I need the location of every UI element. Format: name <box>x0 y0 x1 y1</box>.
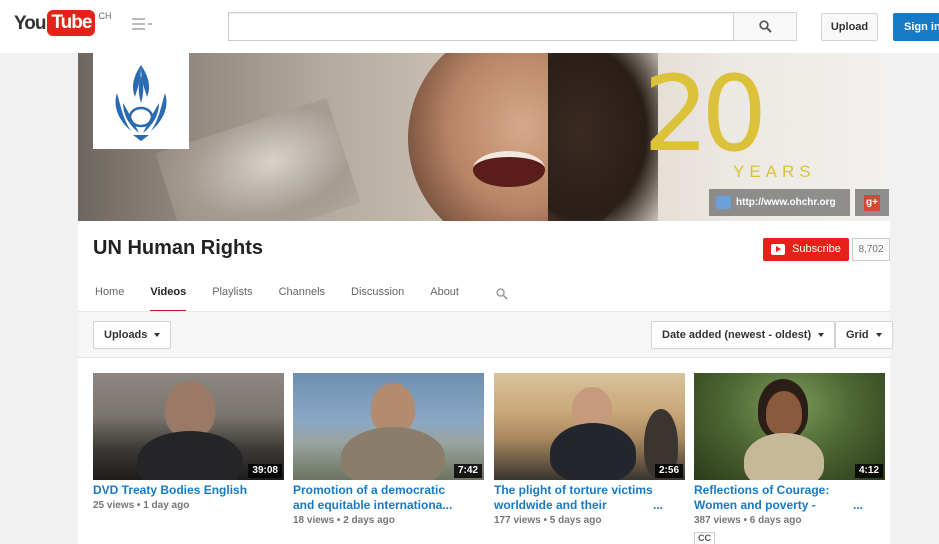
search-icon <box>758 20 772 33</box>
subscriber-count: 8,702 <box>852 238 890 261</box>
guide-menu-icon[interactable] <box>132 18 152 32</box>
search-input[interactable] <box>228 12 734 41</box>
tab-home[interactable]: Home <box>95 286 124 313</box>
chevron-down-icon <box>154 333 161 337</box>
tab-playlists[interactable]: Playlists <box>212 286 252 313</box>
youtube-play-icon <box>771 244 785 255</box>
video-meta: 177 views • 5 days ago <box>494 515 602 526</box>
tab-discussion[interactable]: Discussion <box>351 286 404 313</box>
video-meta: 25 views • 1 day ago <box>93 500 190 511</box>
view-dropdown[interactable]: Grid <box>835 321 893 349</box>
video-title-line1: DVD Treaty Bodies English <box>93 483 248 497</box>
sort-dropdown[interactable]: Date added (newest - oldest) <box>651 321 836 349</box>
video-item[interactable]: 2:56 The plight of torture victims world… <box>494 373 685 526</box>
sort-dropdown-label: Date added (newest - oldest) <box>662 329 812 341</box>
region-label: CH <box>98 11 112 21</box>
video-title-line1: The plight of torture victims <box>494 483 653 497</box>
channel-title[interactable]: UN Human Rights <box>93 237 263 260</box>
anniversary-years-label: YEARS <box>733 162 816 181</box>
video-thumbnail[interactable]: 4:12 <box>694 373 885 480</box>
youtube-logo[interactable]: You Tube CH <box>14 10 111 38</box>
video-duration: 2:56 <box>654 464 683 478</box>
chevron-down-icon <box>818 333 825 337</box>
video-title[interactable]: Promotion of a democratic and equitable … <box>293 483 484 528</box>
google-plus-link[interactable]: g+ <box>855 189 889 216</box>
video-title[interactable]: Reflections of Courage: Women and povert… <box>694 483 885 544</box>
subscribe-label: Subscribe <box>792 243 841 255</box>
chevron-down-icon <box>875 333 882 337</box>
video-title-line2: and equitable internationa... <box>293 498 453 512</box>
title-ellipsis: ... <box>852 498 863 512</box>
masthead: You Tube CH Upload Sign in <box>0 0 939 53</box>
video-item[interactable]: 4:12 Reflections of Courage: Women and p… <box>694 373 885 544</box>
sign-in-button[interactable]: Sign in <box>893 13 939 41</box>
website-favicon-icon <box>716 196 731 209</box>
anniversary-graphic: 20 YEARS <box>643 53 811 181</box>
closed-captions-badge: CC <box>694 532 715 544</box>
video-title-line1: Promotion of a democratic <box>293 483 446 497</box>
tab-videos[interactable]: Videos <box>150 286 187 313</box>
google-plus-icon: g+ <box>864 194 880 211</box>
video-meta: 18 views • 2 days ago <box>293 515 395 526</box>
website-link[interactable]: http://www.ohchr.org <box>709 189 850 216</box>
uploads-dropdown-label: Uploads <box>104 329 148 341</box>
website-link-text: http://www.ohchr.org <box>736 197 836 208</box>
channel-search-button[interactable] <box>496 287 508 305</box>
logo-you-text: You <box>14 13 47 34</box>
video-duration: 39:08 <box>248 464 282 478</box>
video-thumbnail[interactable]: 7:42 <box>293 373 484 480</box>
video-duration: 4:12 <box>854 464 883 478</box>
uploads-dropdown[interactable]: Uploads <box>93 321 172 349</box>
video-title[interactable]: DVD Treaty Bodies English 25 views • 1 d… <box>93 483 284 513</box>
anniversary-number: 20 <box>643 53 767 175</box>
view-dropdown-label: Grid <box>846 329 869 341</box>
video-thumbnail[interactable]: 39:08 <box>93 373 284 480</box>
video-item[interactable]: 7:42 Promotion of a democratic and equit… <box>293 373 484 526</box>
video-duration: 7:42 <box>453 464 482 478</box>
video-title[interactable]: The plight of torture victims worldwide … <box>494 483 685 528</box>
channel-avatar[interactable] <box>93 53 189 149</box>
subscribe-button[interactable]: Subscribe <box>763 238 849 261</box>
video-meta: 387 views • 6 days ago <box>694 515 802 526</box>
search-button[interactable] <box>733 12 797 41</box>
video-item[interactable]: 39:08 DVD Treaty Bodies English 25 views… <box>93 373 284 511</box>
tab-channels[interactable]: Channels <box>279 286 325 313</box>
video-thumbnail[interactable]: 2:56 <box>494 373 685 480</box>
tab-about[interactable]: About <box>430 286 459 313</box>
un-wreath-flame-icon <box>115 65 167 141</box>
search-icon <box>496 288 508 300</box>
video-title-line1: Reflections of Courage: <box>694 483 830 497</box>
logo-tube-text: Tube <box>47 10 96 36</box>
upload-button[interactable]: Upload <box>821 13 878 41</box>
channel-tabs: Home Videos Playlists Channels Discussio… <box>95 286 485 313</box>
title-ellipsis: ... <box>652 498 663 512</box>
